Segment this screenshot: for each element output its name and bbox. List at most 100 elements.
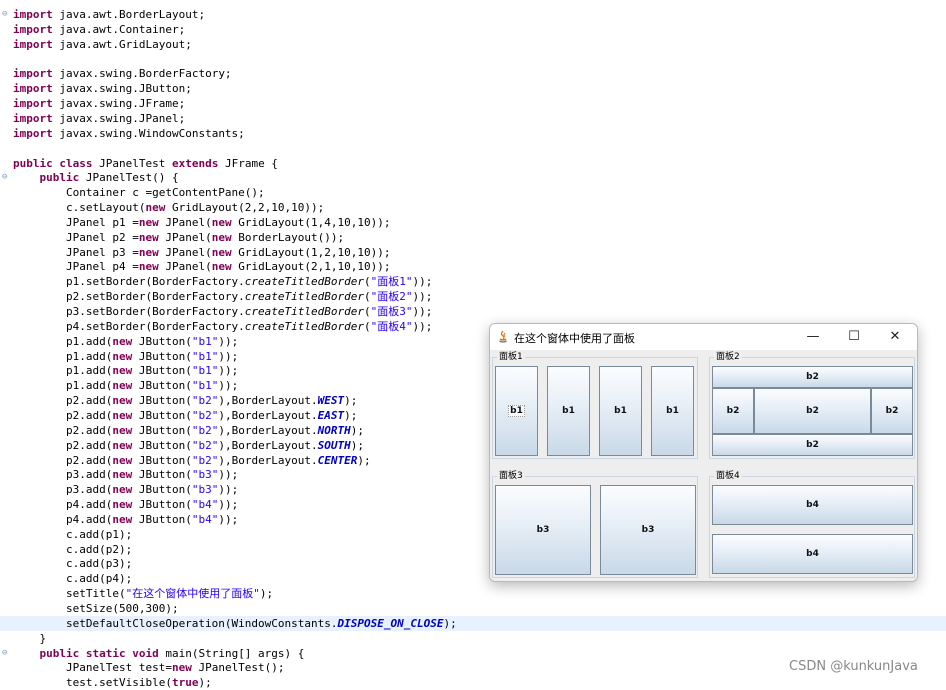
code-token: "b1" — [191, 379, 219, 393]
b2-south-button[interactable]: b2 — [712, 434, 913, 456]
code-line[interactable]: import javax.swing.WindowConstants; — [0, 126, 946, 141]
maximize-button[interactable]: ☐ — [836, 327, 872, 347]
code-token: new — [112, 468, 133, 482]
b2-east-button[interactable]: b2 — [871, 388, 913, 434]
code-text: p4.add(new JButton("b4")); — [13, 512, 238, 527]
jframe-window[interactable]: 在这个窗体中使用了面板 — ☐ ✕ 面板1 b1 b1 b1 b1 面板2 b2… — [489, 323, 918, 582]
code-line[interactable]: ⊖ public JPanelTest() { — [0, 170, 946, 185]
code-line[interactable]: p3.setBorder(BorderFactory.createTitledB… — [0, 304, 946, 319]
code-token: JButton( — [132, 364, 192, 378]
code-line[interactable]: setSize(500,300); — [0, 601, 946, 616]
code-line[interactable]: import javax.swing.JButton; — [0, 81, 946, 96]
code-token: GridLayout(1,4,10,10)); — [231, 215, 391, 229]
code-token: java.awt.BorderLayout; — [52, 8, 206, 21]
b4-button[interactable]: b4 — [712, 534, 913, 574]
code-token: p1.setBorder(BorderFactory. — [13, 275, 245, 289]
code-token: "面板1" — [370, 275, 413, 289]
code-line[interactable]: setDefaultCloseOperation(WindowConstants… — [0, 615, 946, 631]
code-token: JPanel p3 = — [13, 245, 139, 259]
panel-4: 面板4 b4 b4 — [709, 470, 915, 578]
b2-west-button[interactable]: b2 — [712, 388, 754, 434]
code-token: p2.add( — [13, 408, 113, 422]
fold-toggle-icon[interactable]: ⊖ — [2, 173, 10, 182]
code-line[interactable]: setTitle("在这个窗体中使用了面板"); — [0, 586, 946, 601]
code-token: GridLayout(1,2,10,10)); — [231, 245, 391, 259]
code-token: import — [13, 111, 53, 125]
code-line[interactable]: JPanel p4 =new JPanel(new GridLayout(2,1… — [0, 259, 946, 274]
panel-3: 面板3 b3 b3 — [492, 470, 698, 578]
code-token: p3.add( — [13, 483, 113, 497]
code-line[interactable]: import javax.swing.JFrame; — [0, 96, 946, 111]
code-token: p4.add( — [13, 498, 113, 512]
code-line[interactable] — [0, 141, 946, 156]
code-token: JButton( — [132, 483, 192, 497]
b3-button[interactable]: b3 — [495, 485, 591, 575]
b1-label: b1 — [508, 405, 525, 417]
code-token: GridLayout(2,1,10,10)); — [231, 260, 391, 274]
code-line[interactable] — [0, 52, 946, 67]
b1-button[interactable]: b1 — [651, 366, 694, 456]
code-token: new — [138, 215, 159, 229]
code-token: DISPOSE_ON_CLOSE — [337, 616, 444, 630]
code-token: JPanel p4 = — [13, 260, 139, 274]
code-line[interactable]: p2.setBorder(BorderFactory.createTitledB… — [0, 289, 946, 304]
fold-toggle-icon[interactable]: ⊖ — [2, 648, 10, 657]
fold-toggle-icon[interactable]: ⊖ — [2, 10, 10, 19]
code-line[interactable]: import java.awt.Container; — [0, 22, 946, 37]
b4-button[interactable]: b4 — [712, 485, 913, 525]
code-line[interactable]: public class JPanelTest extends JFrame { — [0, 156, 946, 171]
b1-button[interactable]: b1 — [547, 366, 590, 456]
code-line[interactable]: p1.setBorder(BorderFactory.createTitledB… — [0, 274, 946, 289]
code-line[interactable]: ⊖ import java.awt.BorderLayout; — [0, 7, 946, 22]
code-token: Container c =getContentPane(); — [13, 186, 265, 200]
minimize-button[interactable]: — — [795, 327, 831, 347]
code-token: ); — [198, 676, 212, 690]
code-token: )); — [412, 305, 433, 318]
code-token: ),BorderLayout. — [218, 394, 318, 408]
code-token: JPanel( — [158, 215, 212, 229]
code-token: "b1" — [191, 364, 219, 378]
code-text: p3.add(new JButton("b3")); — [13, 482, 238, 497]
close-button[interactable]: ✕ — [877, 327, 913, 347]
code-line[interactable]: Container c =getContentPane(); — [0, 185, 946, 200]
code-token: "b2" — [191, 394, 219, 408]
code-text: public class JPanelTest extends JFrame { — [13, 156, 278, 171]
code-token: new — [112, 334, 133, 348]
code-token: java.awt.Container; — [52, 22, 186, 36]
code-line[interactable]: } — [0, 631, 946, 646]
code-line[interactable]: c.setLayout(new GridLayout(2,2,10,10)); — [0, 200, 946, 215]
panel-2: 面板2 b2 b2 b2 b2 b2 — [709, 351, 915, 459]
code-token: import — [13, 67, 53, 81]
code-text: import javax.swing.JFrame; — [13, 96, 185, 111]
code-token: JPanel p2 = — [13, 230, 139, 244]
code-token: new — [112, 498, 133, 512]
code-token: javax.swing.JFrame; — [52, 97, 186, 111]
code-text: import javax.swing.BorderFactory; — [13, 66, 232, 81]
code-token: ( — [364, 275, 371, 289]
code-token: "b1" — [191, 334, 219, 348]
b3-button[interactable]: b3 — [600, 485, 696, 575]
code-line[interactable]: JPanel p2 =new JPanel(new BorderLayout()… — [0, 230, 946, 245]
code-text: c.setLayout(new GridLayout(2,2,10,10)); — [13, 200, 324, 215]
b1-button[interactable]: b1 — [599, 366, 642, 456]
code-token: public — [39, 171, 80, 185]
code-token: ); — [259, 587, 274, 601]
code-line[interactable]: JPanel p3 =new JPanel(new GridLayout(1,2… — [0, 245, 946, 260]
code-line[interactable]: import javax.swing.JPanel; — [0, 111, 946, 126]
title-bar[interactable]: 在这个窗体中使用了面板 — ☐ ✕ — [490, 324, 917, 350]
code-token: SOUTH — [317, 438, 351, 452]
code-line[interactable]: test.setVisible(true); — [0, 675, 946, 690]
code-line[interactable]: import javax.swing.BorderFactory; — [0, 66, 946, 81]
code-line[interactable]: import java.awt.GridLayout; — [0, 37, 946, 52]
b2-north-button[interactable]: b2 — [712, 366, 913, 388]
b1-button[interactable]: b1 — [495, 366, 538, 456]
code-token: javax.swing.JPanel; — [52, 111, 186, 125]
code-token: import — [13, 82, 53, 96]
code-token: c.add(p3); — [13, 557, 133, 571]
code-token: p2.add( — [13, 438, 113, 452]
code-token: ),BorderLayout. — [218, 438, 318, 452]
code-token: setSize(500,300); — [13, 602, 179, 615]
code-line[interactable]: JPanel p1 =new JPanel(new GridLayout(1,4… — [0, 215, 946, 230]
code-token: p2.add( — [13, 394, 113, 408]
b2-center-button[interactable]: b2 — [754, 388, 871, 434]
